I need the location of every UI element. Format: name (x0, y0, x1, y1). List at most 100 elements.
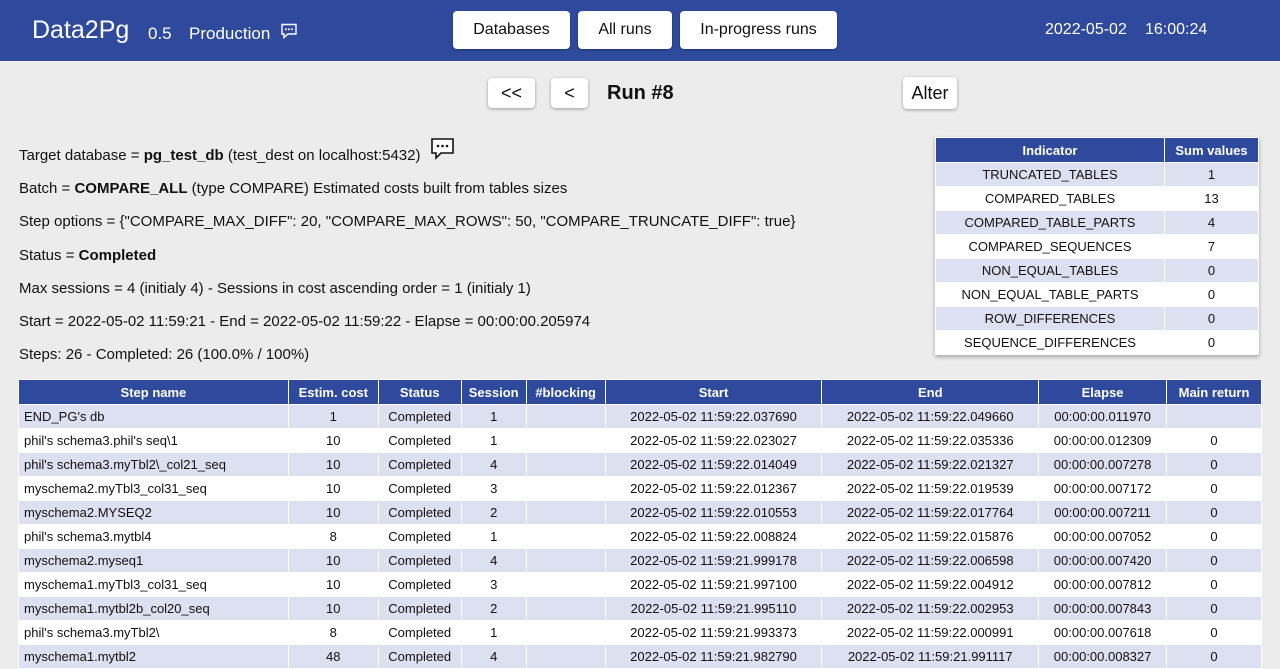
step-name-column-header[interactable]: Step name (18, 379, 289, 405)
batch-line: Batch = COMPARE_ALL (type COMPARE) Estim… (19, 180, 568, 197)
alter-button[interactable]: Alter (903, 77, 957, 109)
blocking-cell (525, 476, 606, 501)
indicator-name: ROW_DIFFERENCES (935, 306, 1165, 331)
indicator-row: COMPARED_TABLES 13 (935, 186, 1259, 211)
table-row[interactable]: phil's schema3.myTbl2\_col21_seq 10 Comple… (18, 452, 1262, 477)
status-line: Status = Completed (19, 247, 157, 264)
timing-line: Start = 2022-05-02 11:59:21 - End = 2022… (19, 313, 591, 330)
end-cell: 2022-05-02 11:59:22.049660 (821, 404, 1040, 429)
elapse-column-header[interactable]: Elapse (1038, 379, 1168, 405)
elapse-cell: 00:00:00.007278 (1038, 452, 1168, 477)
indicator-value: 0 (1164, 330, 1259, 355)
in-progress-runs-button[interactable]: In-progress runs (680, 11, 837, 49)
status-column-header[interactable]: Status (377, 379, 462, 405)
blocking-cell (525, 620, 606, 645)
table-row[interactable]: myschema2.MYSEQ2 10 Completed 2 2022-05-02 1… (18, 500, 1262, 525)
estim-cost-cell: 8 (287, 620, 379, 645)
blocking-column-header[interactable]: #blocking (525, 379, 606, 405)
status-cell: Completed (377, 476, 462, 501)
indicator-row: COMPARED_SEQUENCES 7 (935, 234, 1259, 259)
end-cell: 2022-05-02 11:59:22.004912 (821, 572, 1040, 597)
main-return-cell (1166, 404, 1262, 429)
blocking-cell (525, 596, 606, 621)
status-cell: Completed (377, 500, 462, 525)
start-cell: 2022-05-02 11:59:21.999178 (604, 548, 823, 573)
indicator-row: COMPARED_TABLE_PARTS 4 (935, 210, 1259, 235)
step-name-cell: myschema1.myTbl3_col31_seq (18, 572, 289, 597)
indicator-value: 1 (1164, 162, 1259, 187)
indicator-row: SEQUENCE_DIFFERENCES 0 (935, 330, 1259, 355)
indicator-name: SEQUENCE_DIFFERENCES (935, 330, 1165, 355)
estim-cost-column-header[interactable]: Estim. cost (287, 379, 379, 405)
run-title: Run #8 (607, 82, 674, 104)
target-database-name: pg_test_db (143, 147, 224, 164)
step-name-cell: myschema1.mytbl2b_col20_seq (18, 596, 289, 621)
elapse-cell: 00:00:00.007420 (1038, 548, 1168, 573)
estim-cost-cell: 10 (287, 476, 379, 501)
elapse-cell: 00:00:00.011970 (1038, 404, 1168, 429)
comment-icon[interactable] (430, 137, 455, 161)
indicator-row: NON_EQUAL_TABLES 0 (935, 258, 1259, 283)
first-run-button[interactable]: << (488, 78, 535, 108)
main-return-cell: 0 (1166, 596, 1262, 621)
table-row[interactable]: phil's schema3.phil's seq\1 10 Completed 1 2… (18, 428, 1262, 453)
table-row[interactable]: phil's schema3.myTbl2\ 8 Completed 1 2022-05… (18, 620, 1262, 645)
session-cell: 4 (460, 452, 527, 477)
table-row[interactable]: myschema1.myTbl3_col31_seq 10 Completed 3 20… (18, 572, 1262, 597)
step-name-cell: myschema2.myseq1 (18, 548, 289, 573)
indicator-name: COMPARED_SEQUENCES (935, 234, 1165, 259)
end-column-header[interactable]: End (821, 379, 1040, 405)
indicator-name: COMPARED_TABLE_PARTS (935, 210, 1165, 235)
table-row[interactable]: myschema1.mytbl2b_col20_seq 10 Completed 2 2… (18, 596, 1262, 621)
end-cell: 2022-05-02 11:59:22.015876 (821, 524, 1040, 549)
environment-label: Production (189, 24, 271, 43)
start-cell: 2022-05-02 11:59:22.008824 (604, 524, 823, 549)
app-header: Data2Pg 0.5 Production Databases All run… (0, 0, 1280, 61)
elapse-cell: 00:00:00.007618 (1038, 620, 1168, 645)
blocking-cell (525, 404, 606, 429)
databases-button[interactable]: Databases (453, 11, 570, 49)
step-name-cell: phil's schema3.mytbl4 (18, 524, 289, 549)
table-row[interactable]: myschema2.myseq1 10 Completed 4 2022-05-02 1… (18, 548, 1262, 573)
indicator-row: TRUNCATED_TABLES 1 (935, 162, 1259, 187)
table-row[interactable]: END_PG's db 1 Completed 1 2022-05-02 11:59:2… (18, 404, 1262, 429)
indicator-row: ROW_DIFFERENCES 0 (935, 306, 1259, 331)
indicator-value: 0 (1164, 258, 1259, 283)
previous-run-button[interactable]: < (551, 78, 588, 108)
indicator-value: 4 (1164, 210, 1259, 235)
main-return-cell: 0 (1166, 500, 1262, 525)
indicators-header-row: Indicator Sum values (935, 137, 1259, 163)
indicator-value: 0 (1164, 306, 1259, 331)
target-database-line: Target database = pg_test_db (test_dest … (19, 147, 421, 164)
all-runs-button[interactable]: All runs (578, 11, 672, 49)
table-row[interactable]: phil's schema3.mytbl4 8 Completed 1 2022-05-… (18, 524, 1262, 549)
table-row[interactable]: myschema2.myTbl3_col31_seq 10 Completed 3 20… (18, 476, 1262, 501)
session-column-header[interactable]: Session (460, 379, 527, 405)
main-return-cell: 0 (1166, 524, 1262, 549)
end-cell: 2022-05-02 11:59:22.035336 (821, 428, 1040, 453)
step-name-cell: END_PG's db (18, 404, 289, 429)
indicator-column-header[interactable]: Indicator (935, 137, 1165, 163)
indicator-name: COMPARED_TABLES (935, 186, 1165, 211)
elapse-cell: 00:00:00.007812 (1038, 572, 1168, 597)
estim-cost-cell: 10 (287, 428, 379, 453)
estim-cost-cell: 10 (287, 452, 379, 477)
session-cell: 1 (460, 620, 527, 645)
step-name-cell: phil's schema3.phil's seq\1 (18, 428, 289, 453)
indicator-value: 7 (1164, 234, 1259, 259)
elapse-cell: 00:00:00.007843 (1038, 596, 1168, 621)
session-cell: 1 (460, 428, 527, 453)
sum-values-column-header[interactable]: Sum values (1164, 137, 1259, 163)
main-return-column-header[interactable]: Main return (1166, 379, 1262, 405)
elapse-cell: 00:00:00.007052 (1038, 524, 1168, 549)
start-column-header[interactable]: Start (604, 379, 823, 405)
app-version: 0.5 (148, 24, 172, 43)
start-cell: 2022-05-02 11:59:22.023027 (604, 428, 823, 453)
main-return-cell: 0 (1166, 572, 1262, 597)
session-cell: 4 (460, 548, 527, 573)
main-return-cell: 0 (1166, 620, 1262, 645)
comment-icon[interactable] (280, 23, 298, 39)
blocking-cell (525, 428, 606, 453)
start-cell: 2022-05-02 11:59:21.997100 (604, 572, 823, 597)
indicator-name: NON_EQUAL_TABLE_PARTS (935, 282, 1165, 307)
